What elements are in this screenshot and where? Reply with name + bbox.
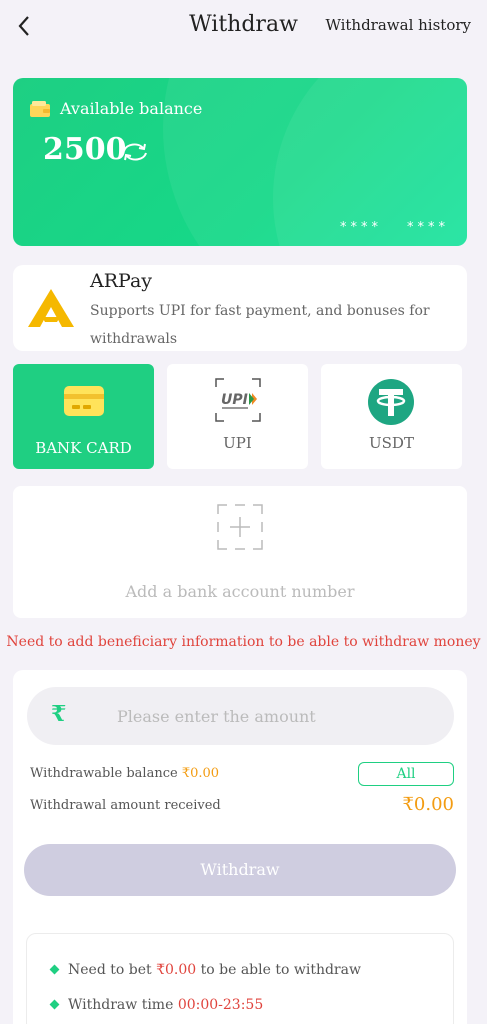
received-label: Withdrawal amount received	[30, 798, 221, 813]
withdrawable-balance: Withdrawable balance ₹0.00	[30, 766, 219, 781]
method-label: UPI	[223, 434, 252, 452]
withdrawal-history-link[interactable]: Withdrawal history	[325, 16, 471, 34]
method-bank-card[interactable]: BANK CARD	[13, 364, 154, 469]
svg-text:UPI: UPI	[221, 392, 248, 408]
wallet-icon	[30, 101, 50, 117]
withdraw-time: Withdraw time 00:00-23:55	[49, 997, 264, 1013]
amount-field[interactable]: ₹	[27, 687, 454, 745]
all-button[interactable]: All	[358, 762, 454, 786]
payment-provider-card[interactable]: ARPay Supports UPI for fast payment, and…	[13, 265, 467, 351]
received-value: ₹0.00	[402, 794, 454, 815]
upi-logo-icon: UPI	[215, 378, 261, 422]
method-upi[interactable]: UPI UPI	[167, 364, 308, 469]
provider-description: Supports UPI for fast payment, and bonus…	[90, 303, 430, 347]
amount-input[interactable]	[117, 699, 417, 733]
method-label: USDT	[369, 434, 414, 452]
method-label: BANK CARD	[35, 439, 132, 457]
time-prefix: Withdraw time	[68, 997, 174, 1013]
add-bank-label: Add a bank account number	[125, 582, 355, 601]
add-bank-account-button[interactable]: Add a bank account number	[13, 486, 467, 618]
balance-card: Available balance 2500 **** ****	[13, 78, 467, 246]
bullet-icon	[49, 999, 60, 1010]
withdrawable-value: ₹0.00	[181, 766, 220, 781]
rupee-icon: ₹	[51, 701, 67, 727]
refresh-icon[interactable]	[120, 140, 150, 164]
bet-requirement: Need to bet ₹0.00 to be able to withdraw	[49, 962, 361, 978]
provider-name: ARPay	[90, 270, 153, 292]
withdrawable-label: Withdrawable balance	[30, 766, 178, 781]
card-number-mask: ****	[407, 220, 449, 235]
withdraw-info-box: Need to bet ₹0.00 to be able to withdraw…	[26, 933, 454, 1024]
bet-suffix: to be able to withdraw	[200, 962, 361, 978]
bet-value: ₹0.00	[156, 962, 197, 978]
balance-amount: 2500	[43, 132, 127, 167]
time-value: 00:00-23:55	[177, 997, 264, 1013]
method-usdt[interactable]: USDT	[321, 364, 462, 469]
tether-icon	[368, 379, 414, 425]
arpay-logo-icon	[28, 289, 74, 327]
withdraw-button[interactable]: Withdraw	[24, 844, 456, 896]
bullet-icon	[49, 964, 60, 975]
add-icon	[217, 504, 263, 550]
header: Withdraw Withdrawal history	[0, 0, 487, 56]
available-balance-label: Available balance	[60, 99, 203, 118]
bank-card-icon	[64, 386, 104, 416]
withdraw-form: ₹ Withdrawable balance ₹0.00 All Withdra…	[13, 670, 467, 1024]
warning-message: Need to add beneficiary information to b…	[6, 634, 481, 650]
card-number-mask: ****	[340, 220, 382, 235]
bet-prefix: Need to bet	[68, 962, 152, 978]
